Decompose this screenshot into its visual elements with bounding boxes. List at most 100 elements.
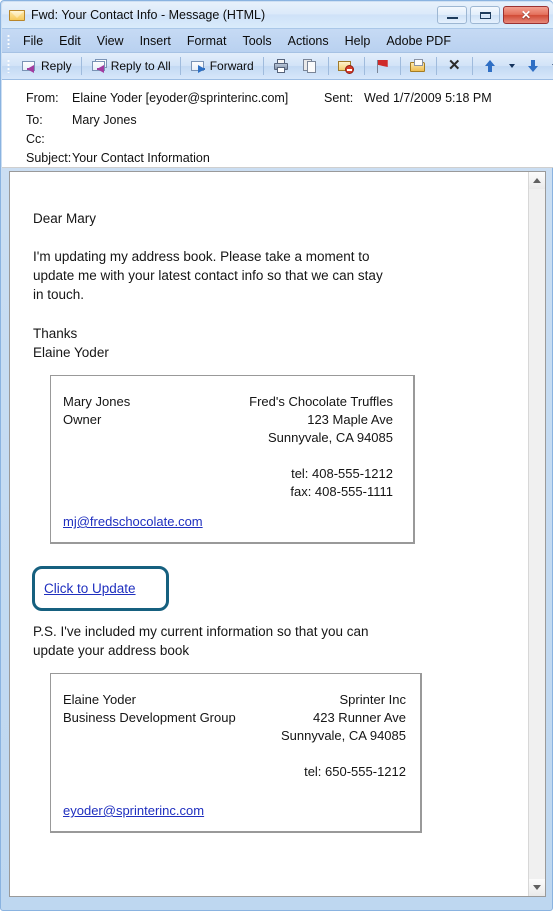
body-greeting: Dear Mary xyxy=(33,211,97,226)
message-body-content: Dear Mary I'm updating my address book. … xyxy=(10,172,528,896)
delete-icon: ✕ xyxy=(447,57,461,74)
reply-icon xyxy=(21,58,38,74)
sender-vcard-street: 423 Runner Ave xyxy=(313,710,406,725)
vertical-scrollbar[interactable] xyxy=(528,172,545,896)
recipient-vcard-email-link[interactable]: mj@fredschocolate.com xyxy=(63,514,203,529)
recipient-vcard-city-state-zip: Sunnyvale, CA 94085 xyxy=(267,430,393,445)
toolbar-separator xyxy=(471,57,473,75)
toolbar-separator xyxy=(435,57,437,75)
sender-vcard-tel: tel: 650-555-1212 xyxy=(304,764,406,779)
minimize-button[interactable] xyxy=(437,6,467,24)
menu-adobe-pdf[interactable]: Adobe PDF xyxy=(378,31,459,51)
close-icon: ✕ xyxy=(520,8,532,22)
copy-icon xyxy=(302,58,319,74)
toolbar-separator xyxy=(399,57,401,75)
previous-item-icon xyxy=(482,58,499,74)
subject-value: Your Contact Information xyxy=(72,151,210,165)
body-paragraph-line-3: in touch. xyxy=(33,287,85,302)
toolbar-grip[interactable] xyxy=(7,59,10,73)
menu-help[interactable]: Help xyxy=(337,31,379,51)
menu-insert[interactable]: Insert xyxy=(132,31,179,51)
sent-label: Sent: xyxy=(324,91,354,105)
sender-vcard-city-state-zip: Sunnyvale, CA 94085 xyxy=(280,728,406,743)
print-icon xyxy=(273,58,290,74)
close-button[interactable]: ✕ xyxy=(503,6,549,24)
scroll-down-icon xyxy=(533,885,541,890)
body-paragraph-line-2: update me with your latest contact info … xyxy=(33,268,383,283)
reply-all-label: Reply to All xyxy=(110,59,171,73)
junk-mail-icon xyxy=(337,58,355,74)
forward-button[interactable]: Forward xyxy=(185,55,259,78)
from-label: From: xyxy=(26,91,59,105)
next-item-button[interactable] xyxy=(520,55,547,78)
sent-value: Wed 1/7/2009 5:18 PM xyxy=(364,91,492,105)
recipient-vcard-tel: tel: 408-555-1212 xyxy=(291,466,393,481)
toolbar: Reply Reply to All Forward ✕ xyxy=(2,53,553,80)
toolbar-separator xyxy=(80,57,82,75)
menu-edit[interactable]: Edit xyxy=(51,31,89,51)
window-title: Fwd: Your Contact Info - Message (HTML) xyxy=(31,8,266,22)
menu-file[interactable]: File xyxy=(15,31,51,51)
reply-button[interactable]: Reply xyxy=(16,55,77,78)
to-value: Mary Jones xyxy=(72,113,137,127)
next-item-icon xyxy=(525,58,542,74)
recipient-vcard-fax: fax: 408-555-1111 xyxy=(290,484,393,499)
sender-vcard: Elaine Yoder Business Development Group … xyxy=(50,673,422,833)
sender-vcard-title: Business Development Group xyxy=(63,710,236,725)
click-to-update-link[interactable]: Click to Update xyxy=(44,581,136,596)
sender-vcard-email-link[interactable]: eyoder@sprinterinc.com xyxy=(63,803,204,818)
body-paragraph-line-1: I'm updating my address book. Please tak… xyxy=(33,249,370,264)
menu-grip[interactable] xyxy=(7,33,10,48)
body-signature: Elaine Yoder xyxy=(33,345,109,360)
message-window: Fwd: Your Contact Info - Message (HTML) … xyxy=(0,0,553,911)
message-body-pane: Dear Mary I'm updating my address book. … xyxy=(9,171,546,897)
reply-all-button[interactable]: Reply to All xyxy=(86,55,176,78)
toolbar-separator xyxy=(179,57,181,75)
follow-up-flag-button[interactable] xyxy=(369,55,396,78)
scroll-up-button[interactable] xyxy=(529,172,545,189)
scrollbar-track[interactable] xyxy=(529,189,545,879)
body-ps-line-1: P.S. I've included my current informatio… xyxy=(33,624,369,639)
sender-vcard-company: Sprinter Inc xyxy=(339,692,406,707)
message-header: From: Elaine Yoder [eyoder@sprinterinc.c… xyxy=(2,80,553,168)
menu-actions[interactable]: Actions xyxy=(280,31,337,51)
print-button[interactable] xyxy=(268,55,295,78)
previous-item-button[interactable] xyxy=(477,55,504,78)
recipient-vcard: Mary Jones Owner Fred's Chocolate Truffl… xyxy=(50,375,415,544)
scroll-down-button[interactable] xyxy=(529,879,545,896)
reply-all-icon xyxy=(91,58,108,74)
forward-label: Forward xyxy=(209,59,254,73)
window-controls: ✕ xyxy=(437,6,549,24)
scroll-up-icon xyxy=(533,178,541,183)
follow-up-flag-icon xyxy=(374,58,391,74)
from-value: Elaine Yoder [eyoder@sprinterinc.com] xyxy=(72,91,289,105)
move-to-folder-icon xyxy=(409,58,427,74)
previous-item-dropdown-icon[interactable] xyxy=(508,64,515,68)
menu-view[interactable]: View xyxy=(89,31,132,51)
body-ps-line-2: update your address book xyxy=(33,643,190,658)
cc-label: Cc: xyxy=(26,132,45,146)
subject-label: Subject: xyxy=(26,151,72,165)
delete-button[interactable]: ✕ xyxy=(441,55,468,78)
recipient-vcard-company: Fred's Chocolate Truffles xyxy=(249,394,393,409)
reply-label: Reply xyxy=(41,59,72,73)
envelope-icon xyxy=(9,7,25,23)
sender-vcard-name: Elaine Yoder xyxy=(63,692,137,707)
menu-format[interactable]: Format xyxy=(179,31,235,51)
menu-tools[interactable]: Tools xyxy=(234,31,279,51)
toolbar-separator xyxy=(327,57,329,75)
menu-bar: File Edit View Insert Format Tools Actio… xyxy=(2,29,553,53)
junk-mail-button[interactable] xyxy=(333,55,360,78)
move-to-folder-button[interactable] xyxy=(405,55,432,78)
recipient-vcard-name: Mary Jones xyxy=(63,394,131,409)
title-bar: Fwd: Your Contact Info - Message (HTML) … xyxy=(2,2,553,29)
toolbar-separator xyxy=(262,57,264,75)
restore-button[interactable] xyxy=(470,6,500,24)
copy-button[interactable] xyxy=(297,55,324,78)
to-label: To: xyxy=(26,113,43,127)
forward-icon xyxy=(190,58,207,74)
recipient-vcard-street: 123 Maple Ave xyxy=(307,412,393,427)
recipient-vcard-title: Owner xyxy=(63,412,102,427)
body-closing: Thanks xyxy=(33,326,78,341)
toolbar-separator xyxy=(363,57,365,75)
